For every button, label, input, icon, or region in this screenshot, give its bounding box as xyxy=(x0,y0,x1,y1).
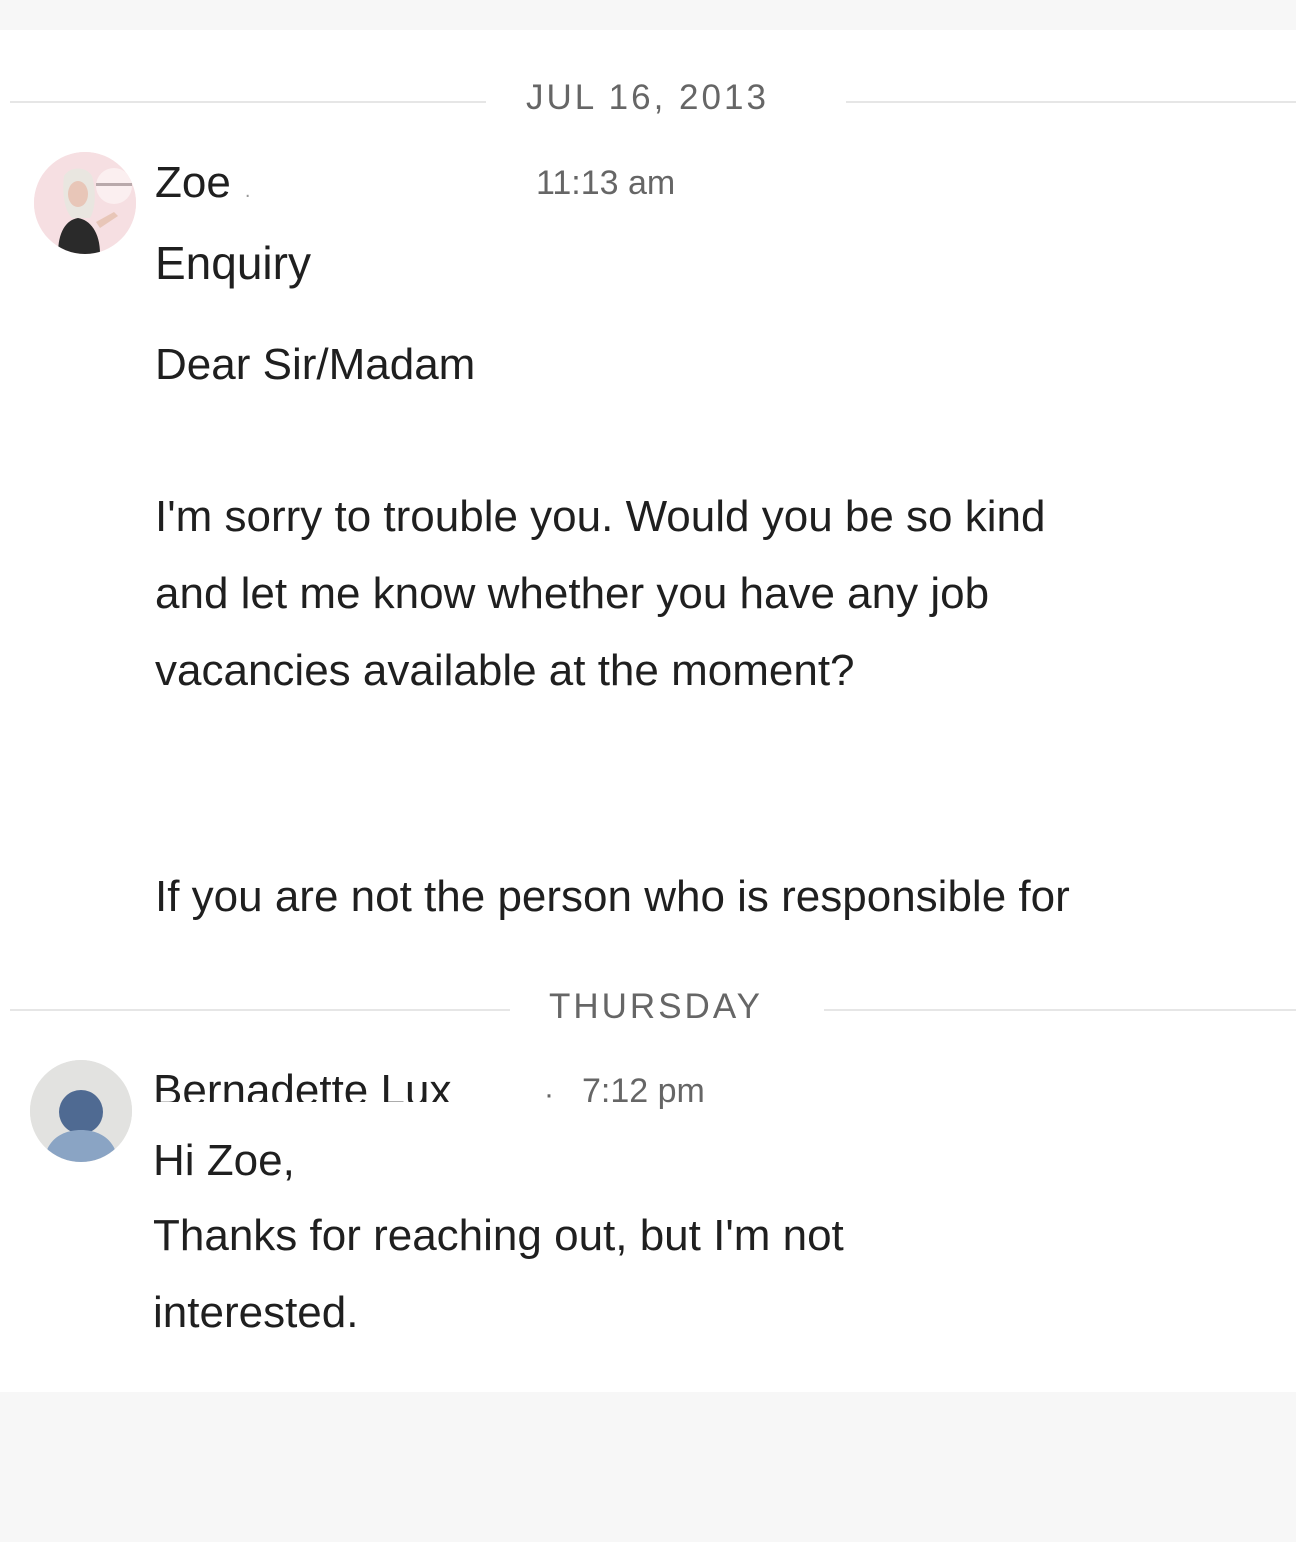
body-line: vacancies available at the moment? xyxy=(155,646,855,695)
message-time: 7:12 pm xyxy=(582,1072,705,1110)
message-subject: Enquiry xyxy=(155,237,311,289)
divider-line-left xyxy=(10,101,486,103)
sender-avatar[interactable] xyxy=(34,152,136,254)
sender-name[interactable]: Bernadette Lux xyxy=(153,1066,451,1102)
body-line: Dear Sir/Madam xyxy=(155,340,476,389)
sender-suffix: . xyxy=(244,180,251,202)
divider-line-right xyxy=(824,1009,1296,1011)
date-label: JUL 16, 2013 xyxy=(526,78,769,117)
sender-name[interactable]: Zoe. xyxy=(155,158,250,208)
body-line: Thanks for reaching out, but I'm not xyxy=(153,1211,844,1260)
body-line-truncated: If you are not the person who is respons… xyxy=(155,872,1070,921)
body-line: and let me know whether you have any job xyxy=(155,569,990,618)
body-line: interested. xyxy=(153,1288,359,1337)
sender-avatar[interactable] xyxy=(30,1060,132,1162)
message-time: 11:13 am xyxy=(536,164,676,202)
date-label: THURSDAY xyxy=(549,987,763,1026)
truncated-line-container: If you are not the person who is respons… xyxy=(155,870,1070,922)
divider-line-left xyxy=(10,1009,510,1011)
divider-line-right xyxy=(846,101,1296,103)
sender-name-text: Zoe xyxy=(155,158,231,207)
bottom-band xyxy=(0,1392,1296,1542)
message-thread[interactable]: JUL 16, 2013 Zoe. 11:13 am Enquiry Dear … xyxy=(0,30,1296,1392)
generic-person-icon xyxy=(30,1060,132,1162)
sender-name-text: Bernadette Lux xyxy=(153,1066,452,1102)
separator-dot: · xyxy=(544,1078,554,1111)
top-band xyxy=(0,0,1296,30)
profile-photo-icon xyxy=(34,152,136,254)
body-line: I'm sorry to trouble you. Would you be s… xyxy=(155,492,1046,541)
body-line: Hi Zoe, xyxy=(153,1136,295,1185)
